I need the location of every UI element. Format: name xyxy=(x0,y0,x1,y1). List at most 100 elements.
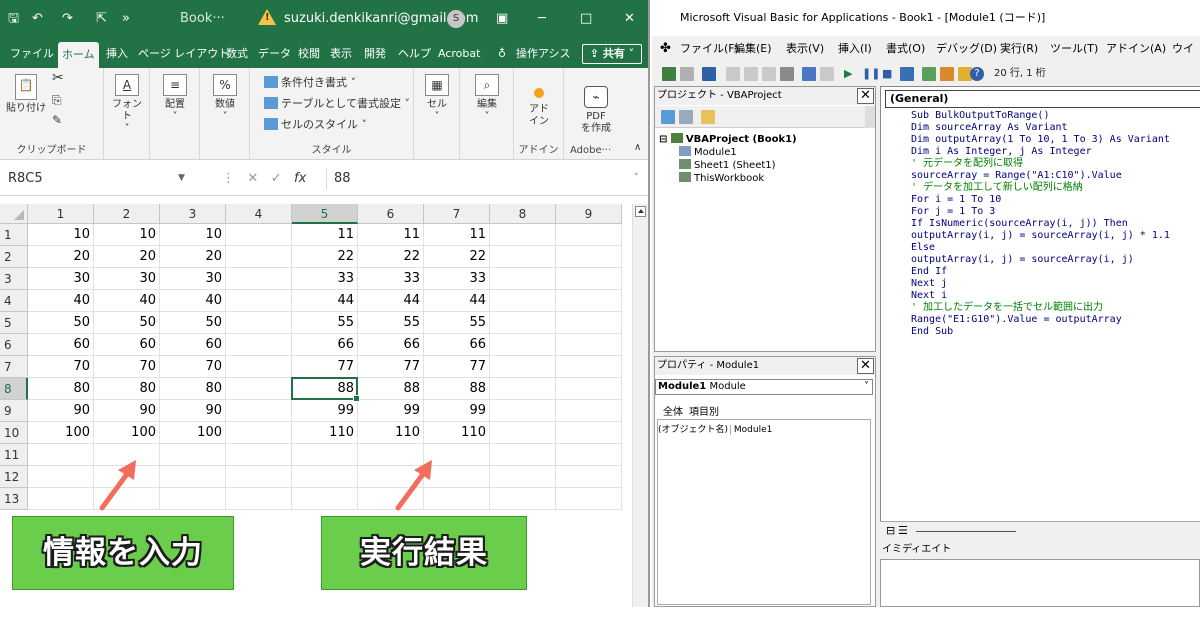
code-line[interactable]: For i = 1 To 10 xyxy=(911,194,1170,206)
code-line[interactable]: Else xyxy=(911,242,1170,254)
cell[interactable]: 90 xyxy=(160,400,226,422)
code-line[interactable]: sourceArray = Range("A1:C10").Value xyxy=(911,170,1170,182)
tree-project[interactable]: ⊟ VBAProject (Book1) xyxy=(659,133,797,145)
conditional-format-button[interactable]: 条件付き書式 ˅ xyxy=(264,74,356,90)
cell[interactable] xyxy=(556,444,622,466)
props-tab-categorized[interactable]: 項目別 xyxy=(689,403,719,418)
menu-debug[interactable]: デバッグ(D) xyxy=(936,36,997,62)
menu-edit[interactable]: 編集(E) xyxy=(734,36,772,62)
cell[interactable]: 33 xyxy=(292,268,358,290)
cell[interactable]: 80 xyxy=(28,378,94,400)
code-line[interactable]: Dim i As Integer, j As Integer xyxy=(911,146,1170,158)
expand-formula-icon[interactable]: ˅ xyxy=(634,173,639,183)
select-all-corner[interactable] xyxy=(0,204,28,224)
code-line[interactable]: For j = 1 To 3 xyxy=(911,206,1170,218)
alignment-button[interactable]: ≡ 配置 ˅ xyxy=(160,74,190,123)
stop-icon[interactable]: ■ xyxy=(882,62,892,86)
code-line[interactable]: Dim outputArray(1 To 10, 1 To 3) As Vari… xyxy=(911,134,1170,146)
menu-run[interactable]: 実行(R) xyxy=(1000,36,1038,62)
cell[interactable]: 70 xyxy=(28,356,94,378)
vba-menu-icon[interactable]: ✤ xyxy=(660,36,671,62)
code-line[interactable]: Dim sourceArray As Variant xyxy=(911,122,1170,134)
cell[interactable]: 22 xyxy=(424,246,490,268)
close-icon[interactable]: ✕ xyxy=(624,0,635,38)
scroll-up-icon[interactable] xyxy=(635,206,646,217)
code-line[interactable]: ' 元データを配列に取得 xyxy=(911,158,1170,170)
lightbulb-icon[interactable]: ♁ xyxy=(494,44,510,64)
cell[interactable]: 66 xyxy=(292,334,358,356)
qat-more-icon[interactable]: » xyxy=(122,0,130,38)
cell[interactable] xyxy=(226,466,292,488)
copy-icon[interactable] xyxy=(744,67,758,81)
column-header[interactable]: 4 xyxy=(226,204,292,224)
cell[interactable] xyxy=(160,444,226,466)
cell[interactable] xyxy=(556,312,622,334)
cell[interactable]: 110 xyxy=(358,422,424,444)
column-header[interactable]: 5 xyxy=(292,204,358,224)
cell[interactable] xyxy=(226,246,292,268)
code-object-select[interactable]: (General) xyxy=(885,90,1200,108)
cell[interactable]: 10 xyxy=(28,224,94,246)
format-painter-icon[interactable]: ✎ xyxy=(52,114,62,126)
cell[interactable] xyxy=(226,290,292,312)
tab-review[interactable]: 校閲 xyxy=(294,44,324,64)
cell[interactable] xyxy=(490,400,556,422)
cell[interactable]: 10 xyxy=(94,224,160,246)
tree-module1[interactable]: Module1 xyxy=(679,146,737,158)
cell[interactable]: 44 xyxy=(292,290,358,312)
full-module-view-icon[interactable]: ☰ xyxy=(898,524,908,537)
cell[interactable] xyxy=(556,224,622,246)
tab-acrobat[interactable]: Acrobat xyxy=(434,44,484,64)
cancel-icon[interactable]: ✕ xyxy=(247,171,258,186)
cell[interactable] xyxy=(28,444,94,466)
cell[interactable]: 33 xyxy=(424,268,490,290)
cell[interactable]: 30 xyxy=(160,268,226,290)
cell[interactable] xyxy=(226,444,292,466)
cell[interactable]: 77 xyxy=(358,356,424,378)
minimize-icon[interactable]: ─ xyxy=(538,0,546,38)
tab-insert[interactable]: 挿入 xyxy=(102,44,132,64)
row-header[interactable]: 2 xyxy=(0,246,28,268)
code-line[interactable]: ' データを加工して新しい配列に格納 xyxy=(911,182,1170,194)
cell[interactable] xyxy=(490,312,556,334)
cell[interactable] xyxy=(490,378,556,400)
row-header[interactable]: 3 xyxy=(0,268,28,290)
cell[interactable] xyxy=(490,466,556,488)
cell[interactable]: 55 xyxy=(424,312,490,334)
cell[interactable] xyxy=(226,400,292,422)
code-editor[interactable]: Sub BulkOutputToRange() Dim sourceArray A… xyxy=(911,110,1170,338)
cell[interactable]: 20 xyxy=(94,246,160,268)
row-header[interactable]: 5 xyxy=(0,312,28,334)
cell[interactable]: 80 xyxy=(160,378,226,400)
cell[interactable]: 33 xyxy=(358,268,424,290)
cell[interactable] xyxy=(490,268,556,290)
cell[interactable] xyxy=(490,246,556,268)
cell[interactable]: 70 xyxy=(160,356,226,378)
code-line[interactable]: outputArray(i, j) = sourceArray(i, j) * … xyxy=(911,230,1170,242)
cell[interactable] xyxy=(226,378,292,400)
tree-thisworkbook[interactable]: ThisWorkbook xyxy=(679,172,764,184)
menu-addins[interactable]: アドイン(A) xyxy=(1106,36,1166,62)
cell[interactable]: 99 xyxy=(358,400,424,422)
menu-file[interactable]: ファイル(F) xyxy=(680,36,739,62)
code-window[interactable]: (General) Sub BulkOutputToRange() Dim sou… xyxy=(880,86,1200,521)
avatar[interactable]: S xyxy=(447,10,465,28)
props-tab-alphabetic[interactable]: 全体 xyxy=(663,403,683,418)
cell[interactable]: 100 xyxy=(160,422,226,444)
menu-insert[interactable]: 挿入(I) xyxy=(838,36,872,62)
share-button[interactable]: ⇪ 共有 ˅ xyxy=(582,44,642,64)
cell[interactable] xyxy=(490,224,556,246)
toggle-folders-icon[interactable] xyxy=(701,110,715,124)
cell[interactable] xyxy=(160,466,226,488)
cell[interactable]: 11 xyxy=(358,224,424,246)
column-header[interactable]: 6 xyxy=(358,204,424,224)
cell[interactable] xyxy=(28,466,94,488)
cell[interactable]: 40 xyxy=(94,290,160,312)
cell[interactable]: 50 xyxy=(160,312,226,334)
cell[interactable]: 80 xyxy=(94,378,160,400)
row-header[interactable]: 12 xyxy=(0,466,28,488)
close-icon[interactable]: ✕ xyxy=(857,358,874,374)
view-code-icon[interactable] xyxy=(661,110,675,124)
cells-button[interactable]: ▦ セル ˅ xyxy=(422,74,452,123)
cell[interactable] xyxy=(226,312,292,334)
